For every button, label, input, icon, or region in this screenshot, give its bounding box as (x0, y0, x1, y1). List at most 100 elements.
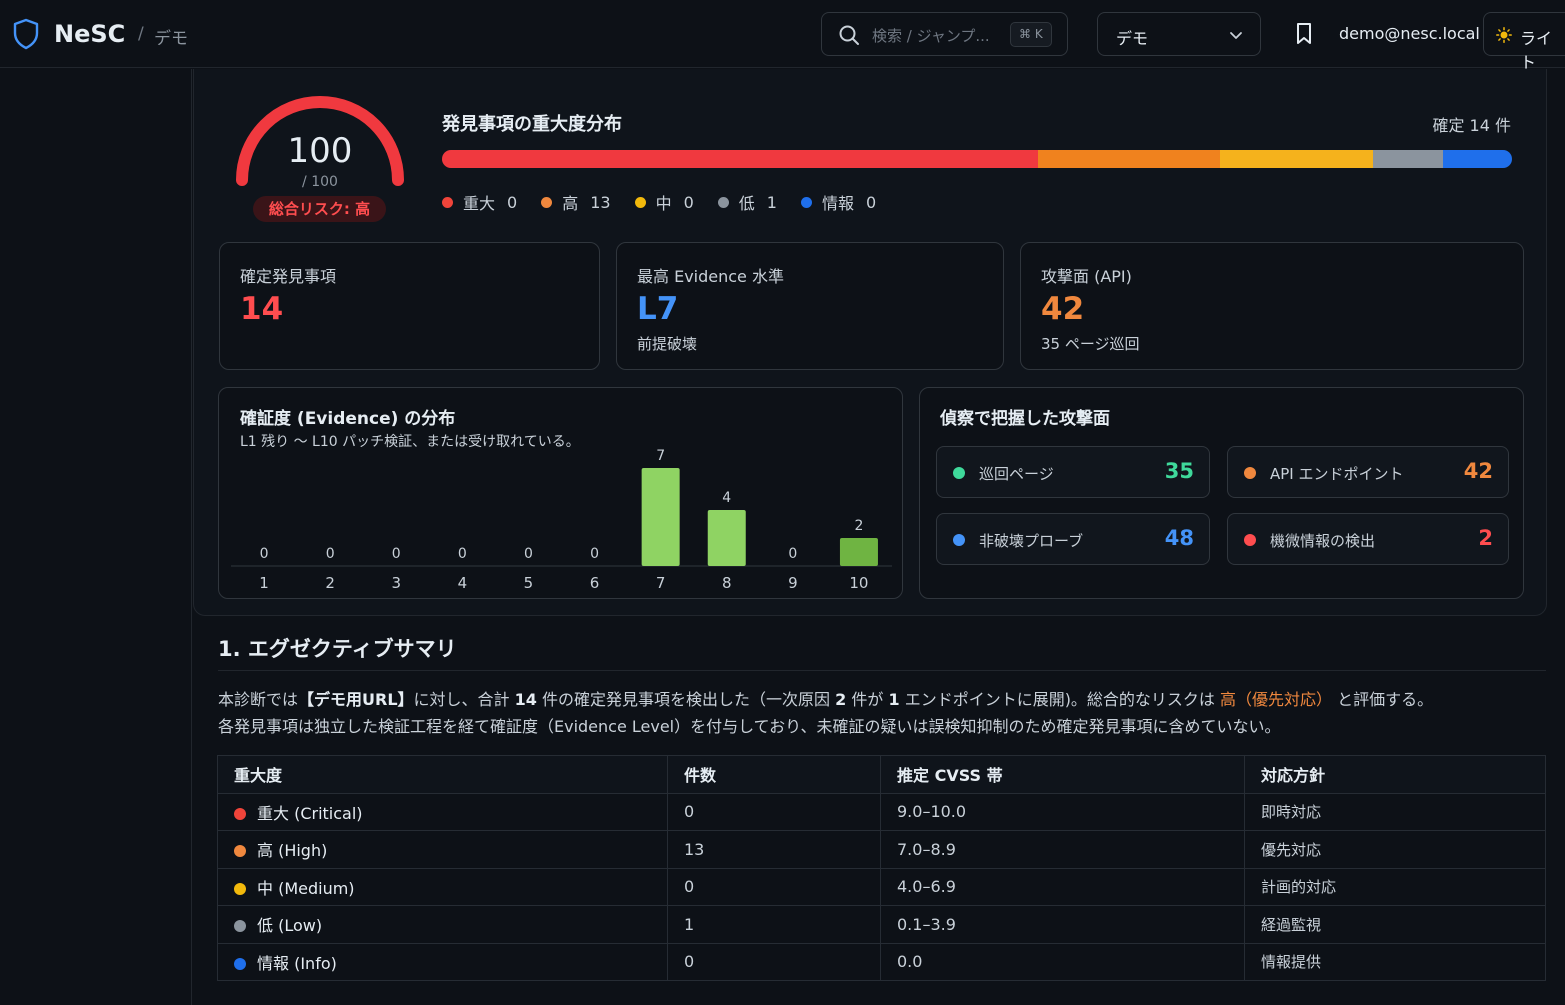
x-tick-label: 4 (458, 574, 468, 592)
bookmark-icon[interactable] (1294, 22, 1314, 46)
search-shortcut-badge: ⌘ K (1010, 22, 1052, 47)
bar-value-label: 0 (458, 546, 467, 562)
bar-value-label: 0 (392, 546, 401, 562)
x-tick-label: 5 (524, 574, 534, 592)
legend-dot (717, 196, 729, 208)
recon-tile-probes: 非破壊プローブ 48 (936, 513, 1210, 565)
overall-risk-badge: 総合リスク: 高 (253, 196, 386, 222)
tile-value: 42 (1463, 459, 1493, 483)
tile-value: 35 (1164, 459, 1194, 483)
legend-dot (442, 196, 453, 208)
table-header-row: 重大度 件数 推定 CVSS 帯 対応方針 (217, 755, 1546, 794)
legend-count: 0 (866, 192, 877, 212)
card-subtext: 35 ページ巡回 (1041, 335, 1140, 353)
bar-value-label: 7 (656, 448, 665, 464)
table-row: 重大 (Critical) 0 9.0–10.0 即時対応 (217, 792, 1546, 831)
bar-value-label: 0 (326, 546, 335, 562)
confirmed-total: 確定 14 件 (1432, 116, 1511, 135)
summary-paragraph-2: 各発見事項は独立した検証工程を経て確証度（Evidence Level）を付与し… (218, 717, 1281, 736)
tile-value: 2 (1478, 526, 1493, 550)
card-label: 最高 Evidence 水準 (637, 267, 784, 286)
legend-dot (800, 196, 812, 208)
bar-value-label: 0 (590, 546, 599, 562)
table-row: 中 (Medium) 0 4.0–6.9 計画的対応 (217, 867, 1546, 906)
severity-bar-segment-low (1372, 150, 1444, 168)
table-row: 情報 (Info) 0 0.0 情報提供 (217, 942, 1546, 981)
recon-tile-api-endpoints: API エンドポイント 42 (1227, 446, 1509, 498)
legend-count: 0 (683, 192, 694, 212)
legend-label: 高 (562, 194, 579, 213)
severity-bar-segment-medium (1219, 150, 1373, 168)
breadcrumb-current[interactable]: デモ (154, 24, 188, 49)
legend-label: 情報 (821, 194, 854, 213)
legend-count: 0 (507, 192, 518, 212)
evidence-bar-chart: 010203040506774809210 (231, 448, 892, 592)
recon-tile-pages: 巡回ページ 35 (936, 446, 1210, 498)
x-tick-label: 10 (849, 574, 868, 592)
tile-label: 非破壊プローブ (979, 532, 1084, 550)
project-select[interactable]: デモ (1097, 12, 1261, 56)
legend-count: 1 (766, 192, 777, 212)
breadcrumb-separator: / (138, 24, 144, 44)
tile-label: API エンドポイント (1270, 465, 1404, 483)
search-box[interactable]: 検索 / ジャンプ... ⌘ K (821, 12, 1068, 56)
evidence-bar-L7[interactable] (641, 468, 680, 566)
severity-legend: 重大 0 高 13 中0 低1 情報 0 (442, 190, 900, 214)
recon-title: 偵察で把握した攻撃面 (940, 409, 1110, 429)
table-row: 高 (High) 13 7.0–8.9 優先対応 (217, 830, 1546, 869)
legend-dot (541, 196, 553, 208)
legend-item-medium: 中0 (634, 190, 694, 214)
x-tick-label: 7 (656, 574, 666, 592)
theme-toggle-button[interactable]: ライト (1483, 12, 1565, 72)
legend-label: 中 (655, 194, 672, 213)
recon-surface-card: 偵察で把握した攻撃面 巡回ページ 35 API エンドポイント 42 非破壊プロ… (919, 387, 1524, 599)
project-select-value: デモ (1116, 29, 1149, 48)
legend-label: 重大 (463, 194, 496, 213)
recon-tile-secrets: 機微情報の検出 2 (1227, 513, 1509, 565)
bar-value-label: 0 (524, 546, 533, 562)
bar-value-label: 0 (788, 546, 797, 562)
top-bar: NeSC / デモ 検索 / ジャンプ... ⌘ K デモ demo@nesc.… (0, 0, 1565, 72)
severity-distribution-title: 発見事項の重大度分布 (442, 114, 622, 135)
severity-dot (234, 920, 246, 933)
legend-item-info: 情報 0 (800, 190, 877, 214)
evidence-bar-L10[interactable] (839, 538, 878, 566)
attack-surface-card: 攻撃面 (API) 42 35 ページ巡回 (1020, 242, 1524, 370)
evidence-bar-L8[interactable] (707, 510, 746, 566)
theme-toggle-label: ライト (1520, 29, 1553, 72)
brand-name[interactable]: NeSC (54, 20, 125, 48)
table-row: 低 (Low) 1 0.1–3.9 経過監視 (217, 905, 1546, 944)
severity-dot (234, 882, 246, 895)
chevron-down-icon (1230, 32, 1242, 39)
bar-value-label: 4 (722, 490, 731, 506)
shield-logo-icon[interactable] (12, 18, 40, 50)
severity-dot (234, 957, 246, 970)
tile-label: 機微情報の検出 (1270, 532, 1376, 550)
column-header: 対応方針 (1244, 755, 1546, 794)
severity-table: 重大度 件数 推定 CVSS 帯 対応方針 重大 (Critical) 0 9.0–… (217, 755, 1546, 981)
legend-item-high: 高 13 (541, 190, 611, 214)
confirmed-findings-card: 確定発見事項 14 (219, 242, 600, 370)
x-tick-label: 1 (259, 574, 269, 592)
tile-dot (953, 534, 965, 546)
severity-bar-segment-critical (442, 150, 1038, 168)
legend-label: 低 (738, 194, 755, 213)
legend-item-low: 低1 (717, 190, 777, 214)
legend-item-critical: 重大 0 (442, 190, 517, 214)
card-label: 確定発見事項 (240, 267, 337, 286)
user-email[interactable]: demo@nesc.local (1339, 24, 1480, 43)
x-tick-label: 2 (325, 574, 335, 592)
bar-value-label: 0 (260, 546, 269, 562)
column-header: 重大度 (217, 755, 668, 794)
tile-dot (1244, 467, 1256, 479)
tile-dot (953, 467, 965, 479)
sidebar (0, 69, 192, 1005)
tile-value: 48 (1164, 526, 1194, 550)
card-subtext: 前提破壊 (637, 335, 698, 353)
summary-paragraph-1: 本診断では【デモ用URL】に対し、合計 14 件の確定発見事項を検出した（一次原… (218, 690, 1434, 709)
severity-bar-segment-high (1037, 150, 1220, 168)
x-tick-label: 6 (590, 574, 600, 592)
search-icon (839, 25, 859, 45)
card-value: 42 (1041, 291, 1085, 327)
x-tick-label: 9 (788, 574, 798, 592)
